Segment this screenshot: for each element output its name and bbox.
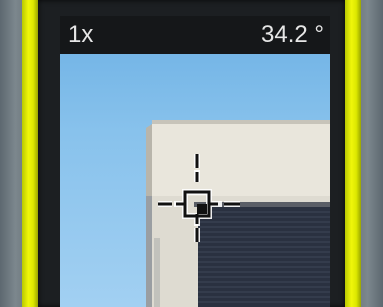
device-frame: 1x 34.2 ° bbox=[0, 0, 383, 307]
status-bar: 1x 34.2 ° bbox=[60, 16, 330, 54]
device-accent-left bbox=[22, 0, 38, 307]
viewfinder-screen: 1x 34.2 ° bbox=[60, 16, 330, 307]
device-accent-right bbox=[345, 0, 361, 307]
zoom-level-label[interactable]: 1x bbox=[68, 22, 93, 48]
crosshair-target-icon bbox=[158, 154, 240, 242]
tilt-angle-readout: 34.2 ° bbox=[261, 21, 324, 48]
